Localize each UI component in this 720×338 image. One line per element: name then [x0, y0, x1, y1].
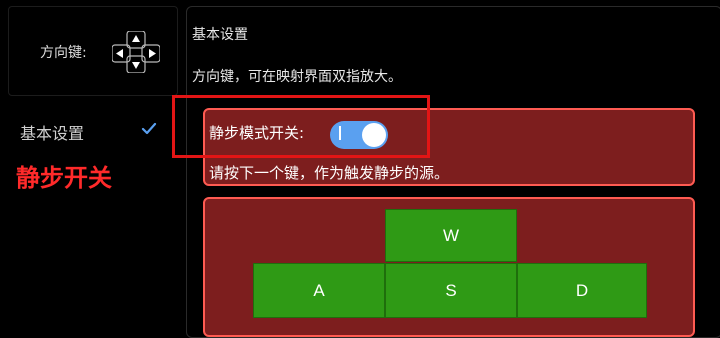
key-d[interactable]: D — [517, 263, 647, 318]
key-w[interactable]: W — [385, 209, 517, 262]
sidebar-item-basic-settings[interactable]: 基本设置 — [20, 120, 84, 144]
check-icon — [141, 122, 157, 135]
annotation-label: 静步开关 — [16, 164, 112, 192]
step-mode-hint: 请按下一个键，作为触发静步的源。 — [209, 164, 450, 182]
key-s[interactable]: S — [385, 263, 517, 318]
panel-description: 方向键，可在映射界面双指放大。 — [192, 69, 402, 85]
key-a[interactable]: A — [253, 263, 385, 318]
dpad-label: 方向键: — [40, 45, 87, 61]
dpad-icon — [112, 31, 160, 73]
panel-title: 基本设置 — [192, 27, 248, 43]
highlight-box — [172, 95, 430, 158]
